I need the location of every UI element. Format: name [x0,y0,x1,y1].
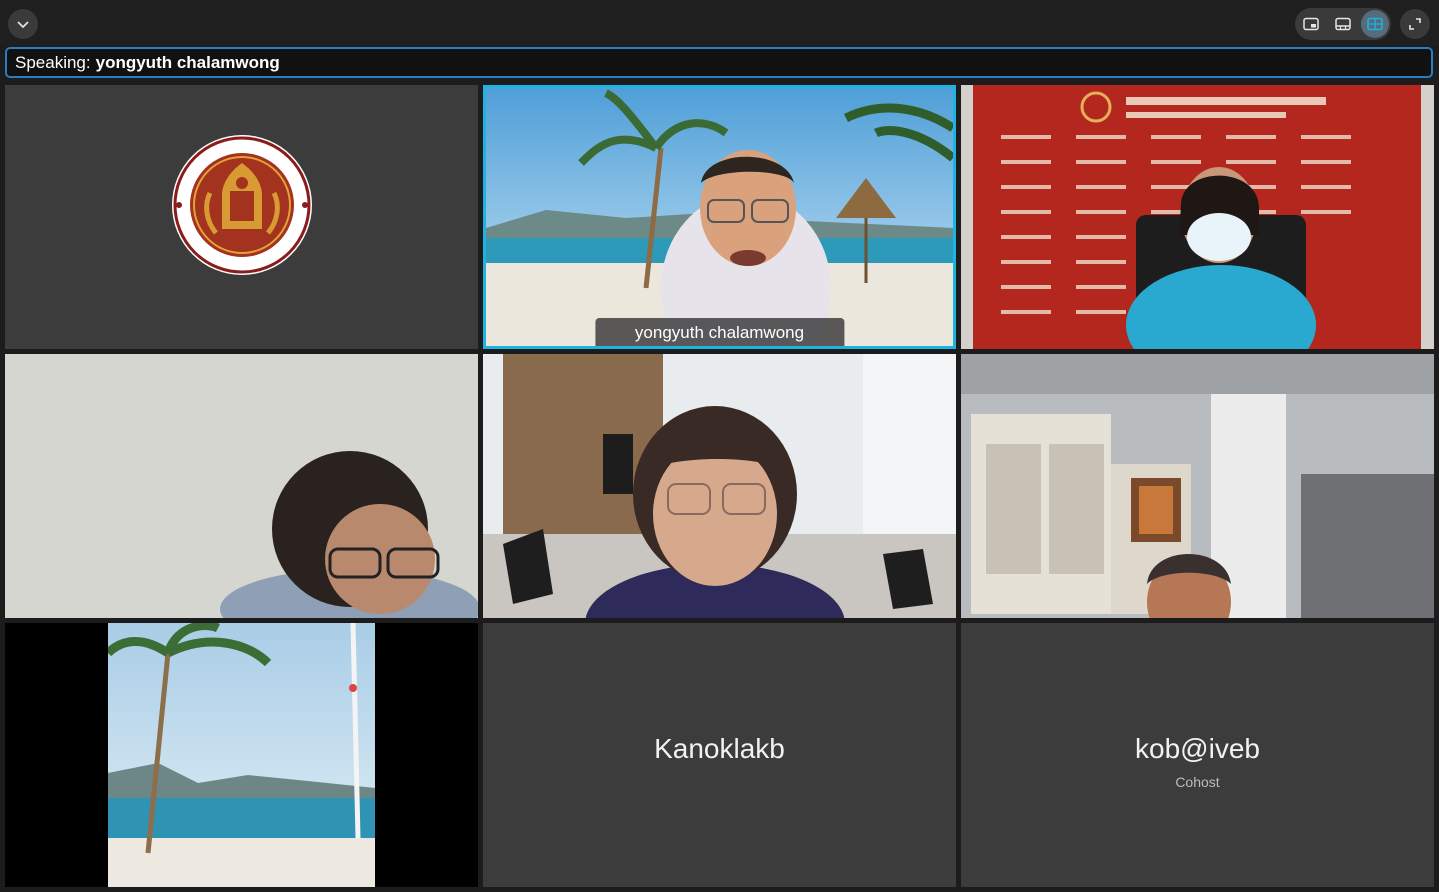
speaking-label: Speaking: [15,52,91,72]
expand-icon [1408,17,1422,31]
gallery-view-button[interactable] [1361,10,1389,38]
video-feed [486,88,953,346]
participant-display-name: Kanoklakb [654,733,785,764]
speaking-banner: Speaking: yongyuth chalamwong [5,47,1433,78]
speaking-name: yongyuth chalamwong [95,52,280,72]
gallery-view-icon [1367,17,1383,31]
view-switcher [1295,8,1391,40]
video-feed [108,623,375,887]
video-feed [961,85,1434,349]
meeting-window: Speaking: yongyuth chalamwong yongyuth c… [0,0,1439,892]
chevron-down-icon [16,17,30,31]
participant-tile-logo[interactable] [5,85,478,349]
participant-tile-no-video[interactable]: kob@iveb Cohost [961,623,1434,887]
video-feed [961,354,1434,618]
participant-tile[interactable] [5,623,478,887]
participant-tile[interactable] [483,354,956,618]
video-feed [483,354,956,618]
participant-tile[interactable] [5,354,478,618]
participant-tile-no-video[interactable]: Kanoklakb [483,623,956,887]
participant-role-label: Cohost [1175,774,1220,790]
top-bar [0,0,1439,46]
organization-logo [170,133,314,277]
picture-in-picture-icon [1303,17,1319,31]
collapse-button[interactable] [8,9,38,39]
video-feed [5,354,478,618]
participant-tile[interactable] [961,354,1434,618]
speaker-view-icon [1335,17,1351,31]
participant-tile-active-speaker[interactable]: yongyuth chalamwong [483,85,956,349]
fullscreen-button[interactable] [1400,9,1430,39]
picture-in-picture-button[interactable] [1297,10,1325,38]
participant-name-tag: yongyuth chalamwong [594,318,845,346]
speaker-view-button[interactable] [1329,10,1357,38]
participant-tile[interactable] [961,85,1434,349]
participant-display-name: kob@iveb [1135,733,1260,764]
